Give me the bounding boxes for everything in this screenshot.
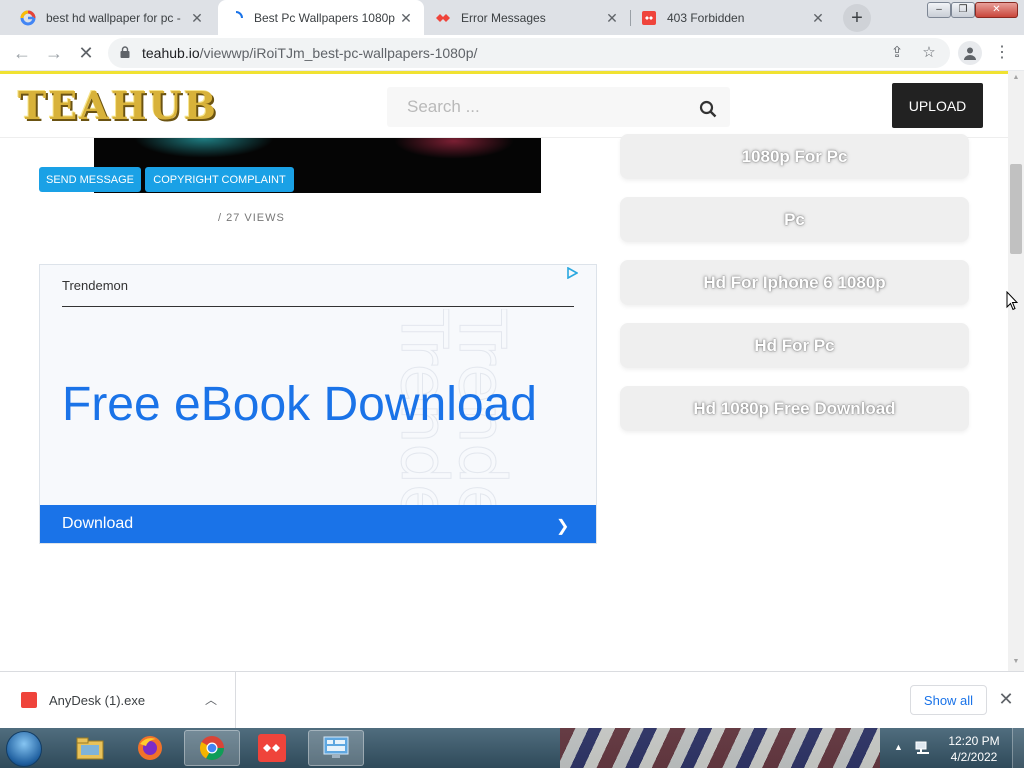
tab-title: Best Pc Wallpapers 1080p <box>254 10 395 25</box>
url-text: teahub.io/viewwp/iRoiTJm_best-pc-wallpap… <box>142 45 477 61</box>
copyright-complaint-button[interactable]: COPYRIGHT COMPLAINT <box>145 167 294 192</box>
clock-time: 12:20 PM <box>948 734 1000 748</box>
lock-icon <box>120 46 130 58</box>
site-search-input[interactable]: Search ... <box>387 87 730 127</box>
scroll-up-arrow-icon[interactable]: ▲ <box>1008 73 1024 83</box>
ad-download-button[interactable]: Download ❯ <box>40 505 596 543</box>
related-tag[interactable]: Pc <box>620 197 969 242</box>
tab-403-forbidden[interactable]: 403 Forbidden ✕ <box>631 0 836 35</box>
upload-button[interactable]: UPLOAD <box>892 83 983 128</box>
page-scrollbar[interactable]: ▲ ▼ <box>1008 71 1024 671</box>
profile-avatar-icon[interactable] <box>958 41 982 65</box>
tab-title: best hd wallpaper for pc - <box>46 10 181 25</box>
address-bar[interactable]: teahub.io/viewwp/iRoiTJm_best-pc-wallpap… <box>108 38 950 68</box>
scroll-down-arrow-icon[interactable]: ▼ <box>1008 657 1024 667</box>
url-host: teahub.io <box>142 45 200 61</box>
image-glow <box>134 138 274 158</box>
view-count: / 27 VIEWS <box>218 212 285 224</box>
search-placeholder: Search ... <box>407 97 480 116</box>
google-icon <box>20 10 36 26</box>
anydesk-icon[interactable] <box>244 730 300 766</box>
plus-icon: + <box>851 6 863 29</box>
chrome-icon[interactable] <box>184 730 240 766</box>
related-tag[interactable]: Hd For Iphone 6 1080p <box>620 260 969 305</box>
related-tag[interactable]: 1080p For Pc <box>620 134 969 179</box>
close-download-shelf-icon[interactable]: ✕ <box>998 689 1014 709</box>
send-message-button[interactable]: SEND MESSAGE <box>39 167 141 192</box>
ad-brand: Trendemon <box>62 278 128 293</box>
anydesk-icon <box>435 10 451 26</box>
close-window-button[interactable]: ✕ <box>975 2 1018 18</box>
scrollbar-thumb[interactable] <box>1010 164 1022 254</box>
desktop-wallpaper-strip <box>560 728 880 768</box>
browser-menu-icon[interactable]: ⋮ <box>994 41 1010 65</box>
close-tab-icon[interactable]: ✕ <box>810 10 826 26</box>
clock-date: 4/2/2022 <box>950 750 998 764</box>
forward-arrow-icon[interactable]: → <box>42 41 66 65</box>
minimize-window-button[interactable]: – <box>927 2 951 18</box>
system-clock[interactable]: 12:20 PM 4/2/2022 <box>944 733 1004 765</box>
download-shelf: AnyDesk (1).exe ︿ Show all ✕ <box>0 671 1024 728</box>
close-tab-icon[interactable]: ✕ <box>189 10 205 26</box>
tab-google-search[interactable]: best hd wallpaper for pc - ✕ <box>10 0 215 35</box>
stop-loading-icon[interactable]: ✕ <box>74 41 98 65</box>
ad-divider <box>62 306 574 307</box>
anydesk-icon <box>641 10 657 26</box>
close-tab-icon[interactable]: ✕ <box>398 10 414 26</box>
page-viewport: TEAHUB Search ... UPLOAD SEND MESSAGE CO… <box>0 71 1024 671</box>
teahub-logo[interactable]: TEAHUB <box>18 83 218 128</box>
firefox-icon[interactable] <box>122 730 178 766</box>
mouse-pointer-icon <box>1006 291 1018 311</box>
windows-taskbar: ▲ 12:20 PM 4/2/2022 <box>0 728 1024 768</box>
related-tag[interactable]: Hd For Pc <box>620 323 969 368</box>
site-header: TEAHUB Search ... UPLOAD <box>0 74 1008 138</box>
share-icon[interactable]: ⇪ <box>888 44 906 62</box>
file-explorer-icon[interactable] <box>62 730 118 766</box>
tab-title: 403 Forbidden <box>667 10 745 25</box>
ad-banner[interactable]: Trendemon Trendemon Trendemon Free eBook… <box>39 264 597 544</box>
back-arrow-icon[interactable]: ← <box>10 41 34 65</box>
tab-teahub[interactable]: Best Pc Wallpapers 1080p ✕ <box>218 0 424 35</box>
tab-error-messages[interactable]: Error Messages ✕ <box>425 0 630 35</box>
close-tab-icon[interactable]: ✕ <box>604 10 620 26</box>
loading-spinner-icon <box>228 10 244 26</box>
chevron-right-icon: ❯ <box>556 518 570 535</box>
tray-expand-icon[interactable]: ▲ <box>894 742 903 752</box>
new-tab-button[interactable]: + <box>843 4 871 32</box>
tab-title: Error Messages <box>461 10 546 25</box>
restore-window-button[interactable]: ❐ <box>951 2 975 18</box>
ad-cta-label: Download <box>62 515 134 532</box>
chevron-up-icon[interactable]: ︿ <box>205 691 217 708</box>
windows-start-button[interactable] <box>6 731 42 767</box>
image-glow <box>394 138 514 159</box>
tab-strip: best hd wallpaper for pc - ✕ Best Pc Wal… <box>0 0 1024 35</box>
download-item[interactable]: AnyDesk (1).exe ︿ <box>0 672 236 728</box>
show-all-downloads-button[interactable]: Show all <box>910 685 987 715</box>
show-desktop-button[interactable] <box>1012 728 1024 768</box>
url-path: /viewwp/iRoiTJm_best-pc-wallpapers-1080p… <box>199 45 478 61</box>
browser-toolbar: ← → ✕ teahub.io/viewwp/iRoiTJm_best-pc-w… <box>0 35 1024 71</box>
download-file-name: AnyDesk (1).exe <box>49 693 146 708</box>
ad-headline[interactable]: Free eBook Download <box>62 377 537 432</box>
network-icon[interactable] <box>914 739 932 757</box>
anydesk-file-icon <box>21 692 37 708</box>
bookmark-star-icon[interactable]: ☆ <box>920 44 938 62</box>
adchoices-icon[interactable] <box>566 267 578 279</box>
control-panel-icon[interactable] <box>308 730 364 766</box>
search-icon[interactable] <box>699 100 717 118</box>
related-tag[interactable]: Hd 1080p Free Download <box>620 386 969 431</box>
